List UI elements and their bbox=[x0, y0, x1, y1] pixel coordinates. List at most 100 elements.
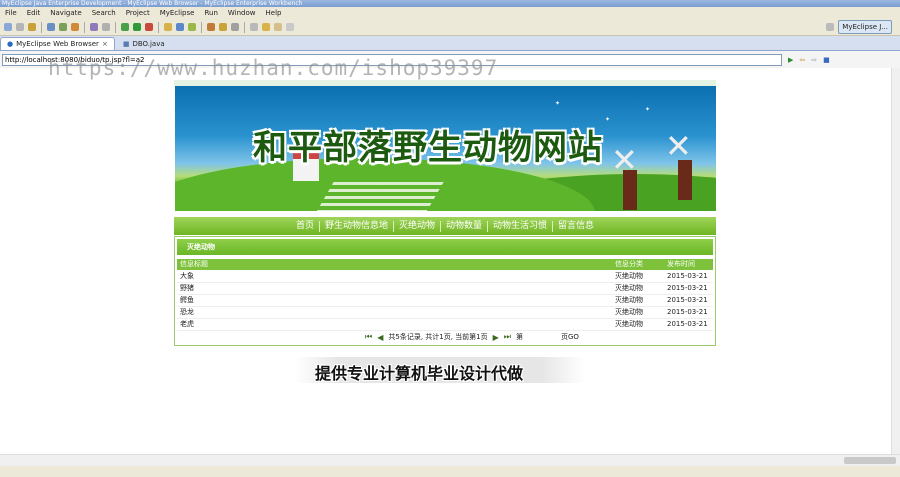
promo-caption: 提供专业计算机毕业设计代做 bbox=[295, 357, 585, 383]
tab-dbo-java[interactable]: ■ DBO.java bbox=[117, 38, 171, 50]
caption-text: 提供专业计算机毕业设计代做 bbox=[315, 364, 524, 383]
run-icon[interactable] bbox=[133, 23, 141, 31]
menu-navigate[interactable]: Navigate bbox=[45, 7, 86, 19]
new-web-project-icon[interactable] bbox=[188, 23, 196, 31]
menu-run[interactable]: Run bbox=[199, 7, 222, 19]
site-nav: 首页 野生动物信息地 灭绝动物 动物数量 动物生活习惯 留言信息 bbox=[174, 217, 716, 235]
nav-home[interactable]: 首页 bbox=[291, 221, 319, 232]
sparkle-icon: ✦ bbox=[605, 116, 611, 123]
pager-go-prefix: 第 bbox=[515, 333, 523, 341]
save-icon[interactable] bbox=[16, 23, 24, 31]
menu-search[interactable]: Search bbox=[87, 7, 121, 19]
row-category: 灭绝动物 bbox=[615, 308, 643, 316]
window-title-bar: MyEclipse Java Enterprise Development - … bbox=[0, 0, 900, 7]
tab-label: MyEclipse Web Browser bbox=[16, 40, 99, 48]
open-type-icon[interactable] bbox=[90, 23, 98, 31]
forward-icon[interactable] bbox=[286, 23, 294, 31]
row-title[interactable]: 老虎 bbox=[180, 318, 194, 330]
section-title: 灭绝动物 bbox=[177, 239, 713, 255]
status-bar bbox=[0, 466, 900, 477]
pin-icon[interactable] bbox=[231, 23, 239, 31]
browser-forward-icon[interactable]: ⇨ bbox=[811, 56, 817, 64]
pager-go-button[interactable]: 页GO bbox=[561, 332, 579, 342]
external-tools-icon[interactable] bbox=[145, 23, 153, 31]
first-page-icon[interactable]: ⏮ bbox=[365, 332, 372, 342]
site-title: 和平部落野生动物网站 bbox=[253, 128, 603, 168]
new-icon[interactable] bbox=[4, 23, 12, 31]
window-title: MyEclipse Java Enterprise Development - … bbox=[2, 0, 303, 7]
nav-wildlife-info[interactable]: 野生动物信息地 bbox=[318, 220, 393, 232]
row-date: 2015-03-21 bbox=[667, 272, 708, 280]
row-title[interactable]: 鳄鱼 bbox=[180, 294, 194, 306]
go-icon[interactable]: ▶ bbox=[788, 56, 793, 64]
search-icon[interactable] bbox=[207, 23, 215, 31]
print-icon[interactable] bbox=[28, 23, 36, 31]
row-date: 2015-03-21 bbox=[667, 284, 708, 292]
row-date: 2015-03-21 bbox=[667, 296, 708, 304]
nav-messages[interactable]: 留言信息 bbox=[552, 220, 599, 232]
edit-icon[interactable] bbox=[219, 23, 227, 31]
new-class-icon[interactable] bbox=[164, 23, 172, 31]
menu-edit[interactable]: Edit bbox=[22, 7, 46, 19]
header-date: 发布时间 bbox=[667, 260, 695, 268]
table-row[interactable]: 老虎 灭绝动物 2015-03-21 bbox=[177, 318, 713, 331]
windmill-blades: ✕ bbox=[665, 127, 692, 165]
java-file-icon: ■ bbox=[122, 40, 130, 48]
next-annotation-icon[interactable] bbox=[250, 23, 258, 31]
menu-bar: File Edit Navigate Search Project MyEcli… bbox=[0, 7, 900, 19]
toolbar-separator bbox=[41, 21, 42, 33]
back-icon[interactable] bbox=[274, 23, 282, 31]
toolbar-separator bbox=[115, 21, 116, 33]
last-edit-icon[interactable] bbox=[262, 23, 270, 31]
row-date: 2015-03-21 bbox=[667, 308, 708, 316]
package-icon[interactable] bbox=[71, 23, 79, 31]
tab-label: DBO.java bbox=[132, 40, 165, 48]
menu-project[interactable]: Project bbox=[121, 7, 155, 19]
nav-extinct-animals[interactable]: 灭绝动物 bbox=[392, 220, 440, 232]
watermark-text: https://www.huzhan.com/ishop39397 bbox=[48, 56, 499, 80]
prev-page-icon[interactable]: ◀ bbox=[377, 333, 383, 342]
toolbar-separator bbox=[158, 21, 159, 33]
next-page-icon[interactable]: ▶ bbox=[493, 333, 499, 342]
browser-back-icon[interactable]: ⇦ bbox=[799, 56, 805, 64]
perspective-button[interactable]: MyEclipse J... bbox=[838, 20, 892, 34]
row-category: 灭绝动物 bbox=[615, 284, 643, 292]
stone-path bbox=[316, 182, 444, 211]
menu-window[interactable]: Window bbox=[223, 7, 261, 19]
open-perspective-icon[interactable] bbox=[826, 23, 835, 31]
debug-icon[interactable] bbox=[121, 23, 129, 31]
row-category: 灭绝动物 bbox=[615, 320, 643, 328]
server-icon[interactable] bbox=[59, 23, 67, 31]
nav-animal-count[interactable]: 动物数量 bbox=[440, 220, 487, 232]
toolbar-separator bbox=[201, 21, 202, 33]
menu-help[interactable]: Help bbox=[261, 7, 287, 19]
row-title[interactable]: 大象 bbox=[180, 270, 194, 282]
close-icon[interactable]: × bbox=[102, 38, 108, 50]
tab-web-browser[interactable]: ● MyEclipse Web Browser × bbox=[0, 37, 115, 50]
scroll-thumb[interactable] bbox=[844, 457, 896, 464]
pager-info: 共5条记录, 共计1页, 当前第1页 bbox=[388, 333, 488, 341]
vertical-scrollbar[interactable] bbox=[891, 68, 900, 454]
header-category: 信息分类 bbox=[615, 260, 643, 268]
row-category: 灭绝动物 bbox=[615, 272, 643, 280]
row-title[interactable]: 野猪 bbox=[180, 282, 194, 294]
open-file-icon[interactable] bbox=[102, 23, 110, 31]
website: ✕ ✕ ✦ ✦ ✦ 和平部落野生动物网站 首页 野生动物信息地 灭绝动物 动物数… bbox=[174, 80, 716, 346]
deploy-icon[interactable] bbox=[47, 23, 55, 31]
perspective-switcher: MyEclipse J... bbox=[824, 20, 892, 34]
sparkle-icon: ✦ bbox=[555, 100, 561, 107]
menu-myeclipse[interactable]: MyEclipse bbox=[155, 7, 200, 19]
nav-animal-habits[interactable]: 动物生活习惯 bbox=[487, 220, 552, 232]
site-banner: ✕ ✕ ✦ ✦ ✦ 和平部落野生动物网站 bbox=[175, 86, 716, 211]
toolbar-separator bbox=[84, 21, 85, 33]
pagination: ⏮ ◀ 共5条记录, 共计1页, 当前第1页 ▶ ⏭ 第 页GO bbox=[365, 331, 579, 343]
row-title[interactable]: 恐龙 bbox=[180, 306, 194, 318]
refresh-icon[interactable]: ■ bbox=[823, 56, 830, 64]
page-number-input[interactable] bbox=[527, 332, 556, 342]
last-page-icon[interactable]: ⏭ bbox=[504, 332, 511, 342]
content-panel: 灭绝动物 信息标题 信息分类 发布时间 大象 灭绝动物 2015-03-21 野… bbox=[174, 236, 716, 346]
new-package-icon[interactable] bbox=[176, 23, 184, 31]
table-header: 信息标题 信息分类 发布时间 bbox=[177, 259, 713, 270]
main-toolbar bbox=[0, 19, 900, 36]
menu-file[interactable]: File bbox=[0, 7, 22, 19]
